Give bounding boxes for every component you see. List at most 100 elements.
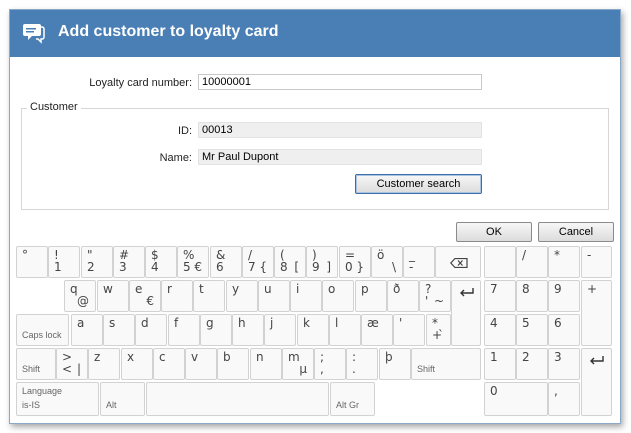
key-eth[interactable]: ð bbox=[387, 280, 419, 312]
key-z[interactable]: z bbox=[88, 348, 120, 380]
key-d[interactable]: d bbox=[135, 314, 167, 346]
key-enter-main[interactable] bbox=[451, 280, 481, 346]
key-bottom-label: . bbox=[352, 362, 356, 376]
customer-group-legend: Customer bbox=[27, 101, 81, 113]
key-v[interactable]: v bbox=[185, 348, 217, 380]
key-4[interactable]: $4 bbox=[145, 246, 177, 278]
key-odiaeresis[interactable]: ö \ bbox=[371, 246, 403, 278]
key-num-star[interactable]: * bbox=[548, 246, 580, 278]
key-num-2[interactable]: 2 bbox=[516, 348, 548, 380]
key-num-3[interactable]: 3 bbox=[548, 348, 580, 380]
key-num-6[interactable]: 6 bbox=[548, 314, 580, 346]
key-top-label: 6 bbox=[554, 316, 562, 330]
key-k[interactable]: k bbox=[297, 314, 329, 346]
key-w[interactable]: w bbox=[97, 280, 129, 312]
key-top-label: 8 bbox=[522, 282, 530, 296]
key-f[interactable]: f bbox=[168, 314, 200, 346]
key-degree[interactable]: ° bbox=[16, 246, 48, 278]
key-x[interactable]: x bbox=[121, 348, 153, 380]
key-1[interactable]: ! 1 bbox=[48, 246, 80, 278]
key-language[interactable]: Language is-IS bbox=[16, 382, 99, 416]
key-l[interactable]: l bbox=[329, 314, 361, 346]
key-num-7[interactable]: 7 bbox=[484, 280, 516, 312]
key-space[interactable] bbox=[146, 382, 329, 416]
backspace-icon bbox=[450, 258, 468, 268]
key-top-label: v bbox=[191, 350, 199, 364]
key-alt-label: { bbox=[259, 260, 267, 274]
key-5[interactable]: % 5 € bbox=[177, 246, 209, 278]
key-a[interactable]: a bbox=[71, 314, 103, 346]
key-alt[interactable]: Alt bbox=[100, 382, 145, 416]
key-bottom-label: - bbox=[409, 260, 414, 274]
key-num-minus[interactable]: - bbox=[581, 246, 612, 278]
key-bottom-label: Shift bbox=[22, 364, 41, 374]
key-altgr[interactable]: Alt Gr bbox=[330, 382, 375, 416]
key-3[interactable]: #3 bbox=[113, 246, 145, 278]
key-i[interactable]: i bbox=[290, 280, 322, 312]
key-top-label: b bbox=[223, 350, 231, 364]
key-top-label: Language bbox=[22, 386, 63, 396]
key-m[interactable]: mµ bbox=[282, 348, 314, 380]
key-shift-right[interactable]: Shift bbox=[411, 348, 481, 380]
cancel-button[interactable]: Cancel bbox=[538, 222, 614, 242]
key-6[interactable]: & 6 bbox=[210, 246, 242, 278]
key-plus[interactable]: * + ` bbox=[426, 314, 451, 346]
key-num-5[interactable]: 5 bbox=[516, 314, 548, 346]
key-s[interactable]: s bbox=[103, 314, 135, 346]
key-t[interactable]: t bbox=[193, 280, 225, 312]
key-top-label: ð bbox=[393, 282, 401, 296]
key-num-4[interactable]: 4 bbox=[484, 314, 516, 346]
key-alt-label: ] bbox=[326, 260, 331, 274]
key-period[interactable]: :. bbox=[346, 348, 378, 380]
key-7[interactable]: /7{ bbox=[242, 246, 274, 278]
key-alt-label: @ bbox=[77, 294, 89, 308]
key-thorn[interactable]: þ bbox=[379, 348, 411, 380]
key-h[interactable]: h bbox=[232, 314, 264, 346]
key-top-label: 9 bbox=[554, 282, 562, 296]
key-u[interactable]: u bbox=[258, 280, 290, 312]
key-minus[interactable]: _ - bbox=[403, 246, 435, 278]
ok-button[interactable]: OK bbox=[456, 222, 532, 242]
chat-bubble-icon bbox=[23, 24, 45, 44]
key-c[interactable]: c bbox=[153, 348, 185, 380]
key-e[interactable]: e € bbox=[129, 280, 161, 312]
key-num-enter[interactable] bbox=[581, 348, 612, 416]
on-screen-keyboard: °! 1 " 2 #3 $4% 5 € & 6/7{(8[) 9] = 0} ö \ _ - q @ w e € r t y u i… bbox=[16, 246, 613, 420]
key-num-plus[interactable]: + bbox=[581, 280, 612, 346]
key-acute[interactable]: ' bbox=[393, 314, 425, 346]
key-num-blank[interactable] bbox=[484, 246, 516, 278]
key-question[interactable]: ? ' ~ bbox=[419, 280, 451, 312]
key-num-1[interactable]: 1 bbox=[484, 348, 516, 380]
key-num-slash[interactable]: / bbox=[516, 246, 548, 278]
key-y[interactable]: y bbox=[226, 280, 258, 312]
key-g[interactable]: g bbox=[200, 314, 232, 346]
key-bottom-label: 9 bbox=[312, 260, 320, 274]
key-comma[interactable]: ;, bbox=[314, 348, 346, 380]
customer-search-button[interactable]: Customer search bbox=[355, 174, 482, 194]
key-8[interactable]: (8[ bbox=[274, 246, 306, 278]
key-r[interactable]: r bbox=[161, 280, 193, 312]
key-top-label: * bbox=[554, 248, 560, 262]
key-o[interactable]: o bbox=[322, 280, 354, 312]
key-num-8[interactable]: 8 bbox=[516, 280, 548, 312]
key-b[interactable]: b bbox=[217, 348, 249, 380]
key-top-label: / bbox=[522, 248, 527, 262]
key-less[interactable]: > < | bbox=[56, 348, 88, 380]
key-p[interactable]: p bbox=[355, 280, 387, 312]
key-0[interactable]: = 0} bbox=[339, 246, 371, 278]
key-num-9[interactable]: 9 bbox=[548, 280, 580, 312]
key-top-label: þ bbox=[385, 350, 393, 364]
key-ae[interactable]: æ bbox=[361, 314, 393, 346]
key-num-comma[interactable]: , bbox=[548, 382, 580, 416]
key-shift-left[interactable]: Shift bbox=[16, 348, 56, 380]
key-j[interactable]: j bbox=[264, 314, 296, 346]
key-q[interactable]: q @ bbox=[64, 280, 96, 312]
key-2[interactable]: " 2 bbox=[81, 246, 113, 278]
key-capslock[interactable]: Caps lock bbox=[16, 314, 69, 346]
key-num-0[interactable]: 0 bbox=[484, 382, 548, 416]
key-backspace[interactable] bbox=[435, 246, 481, 278]
key-n[interactable]: n bbox=[250, 348, 282, 380]
key-bottom-label: < bbox=[62, 362, 73, 376]
loyalty-card-input[interactable]: 10000001 bbox=[198, 74, 482, 90]
key-9[interactable]: ) 9] bbox=[306, 246, 338, 278]
